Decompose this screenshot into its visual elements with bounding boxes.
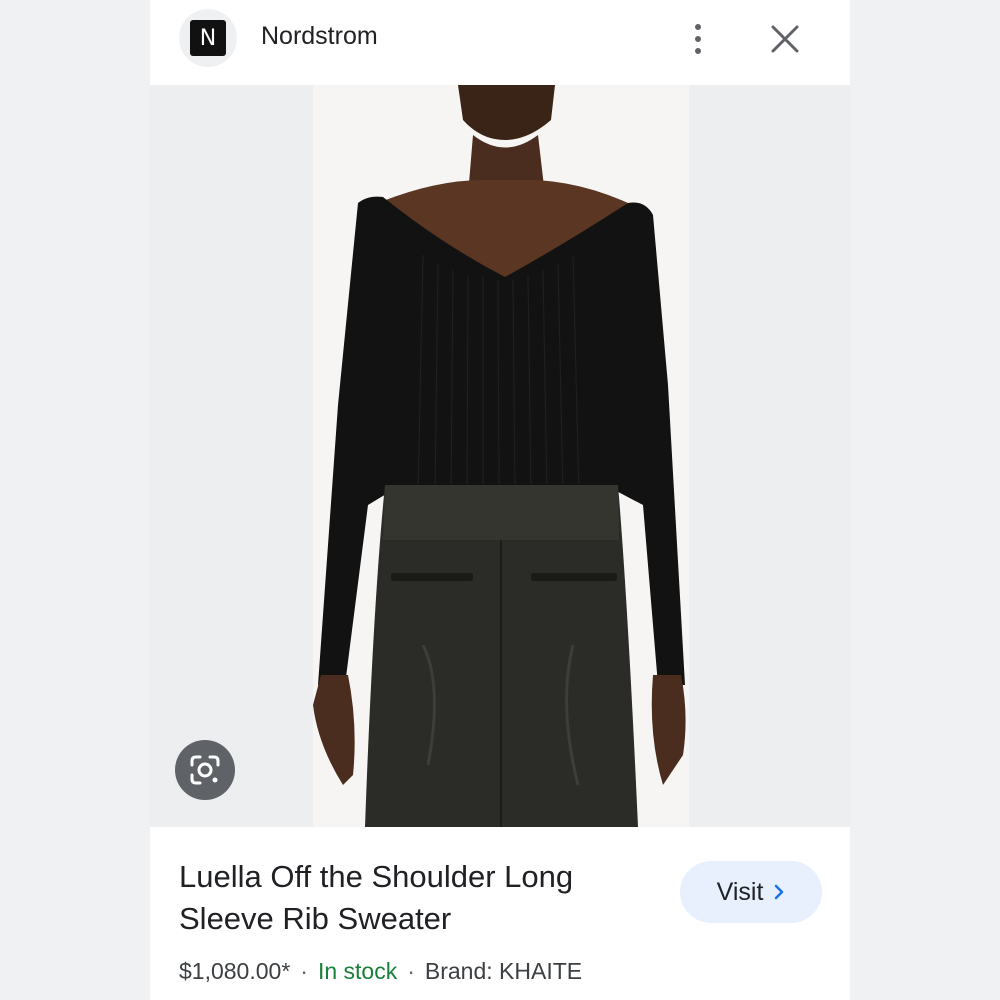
product-photo[interactable] [313, 85, 689, 827]
visit-button-label: Visit [716, 877, 764, 906]
more-vert-icon[interactable] [688, 22, 708, 58]
backdrop-right [850, 0, 1000, 1000]
visit-button[interactable]: Visit [680, 861, 822, 923]
stock-status: In stock [317, 958, 398, 984]
close-icon[interactable] [768, 22, 802, 56]
backdrop-left [0, 0, 150, 1000]
product-image-area [150, 85, 850, 827]
chevron-right-icon [775, 884, 784, 900]
product-meta: $1,080.00* · In stock · Brand: KHAITE [179, 958, 582, 985]
google-lens-button[interactable] [175, 740, 235, 800]
product-card: N Nordstrom Luella Off the Shoulder Long… [150, 0, 850, 1000]
logo-letter: N [190, 20, 226, 56]
product-price: $1,080.00* [179, 958, 291, 984]
google-lens-icon [190, 755, 220, 785]
site-name[interactable]: Nordstrom [261, 22, 378, 51]
card-header: N Nordstrom [150, 0, 850, 85]
separator-dot: · [300, 958, 308, 984]
product-brand: Brand: KHAITE [424, 958, 583, 984]
product-title[interactable]: Luella Off the Shoulder Long Sleeve Rib … [179, 856, 649, 940]
site-logo[interactable]: N [179, 9, 237, 67]
separator-dot: · [407, 958, 415, 984]
